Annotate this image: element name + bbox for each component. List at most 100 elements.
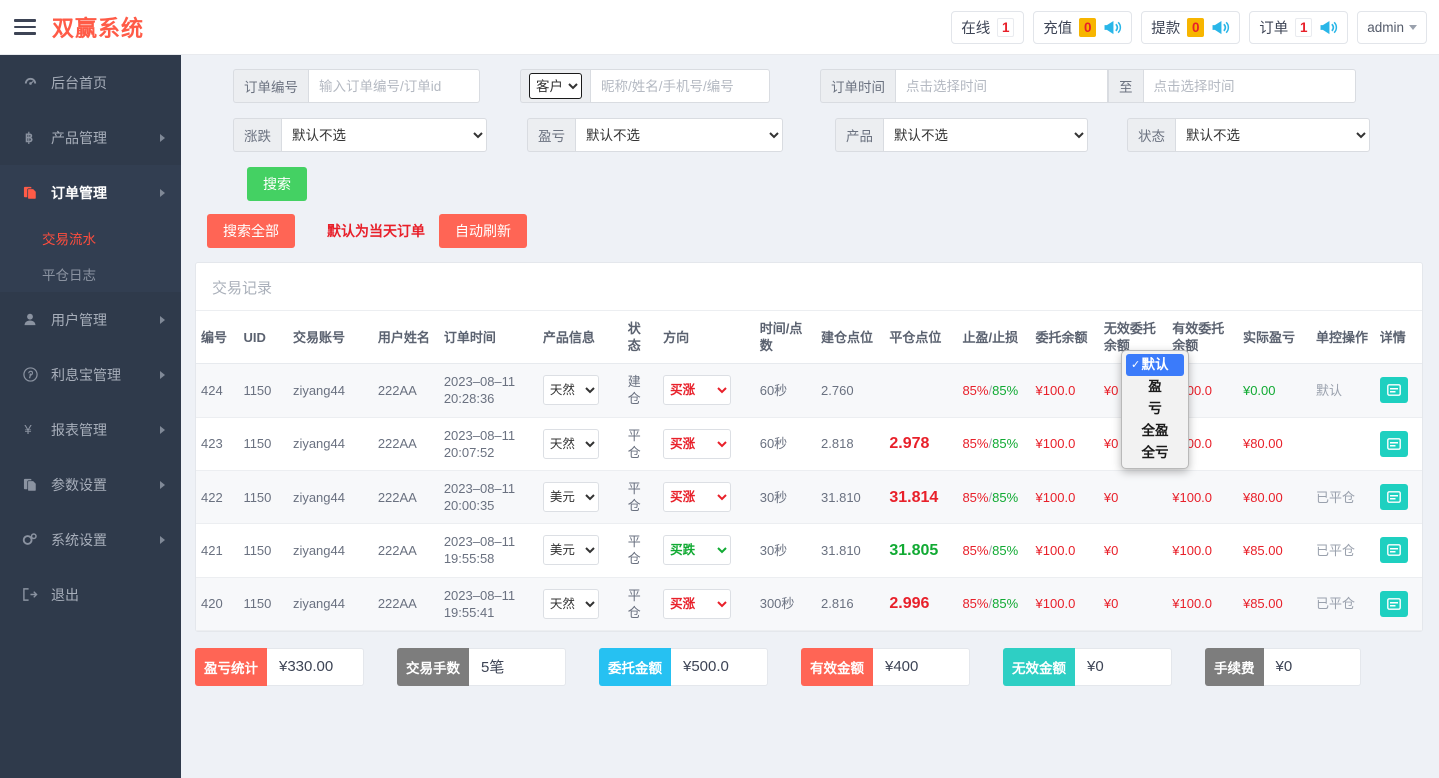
direction-select[interactable]: 买涨 (663, 429, 731, 459)
product-info-select[interactable]: 美元 (543, 535, 599, 565)
dropdown-option[interactable]: 全盈 (1122, 420, 1188, 442)
search-button[interactable]: 搜索 (247, 167, 307, 201)
cell-open-price: 31.810 (816, 470, 884, 523)
cell-duration: 60秒 (755, 364, 816, 417)
username-label: admin (1367, 20, 1404, 35)
profit-loss-select[interactable]: 默认不选 (575, 118, 783, 152)
control-dropdown-popup[interactable]: 默认盈亏全盈全亏 (1121, 350, 1189, 469)
direction-select[interactable]: 买涨 (663, 482, 731, 512)
order-time-end-input[interactable] (1143, 69, 1356, 103)
sidebar-item-logout[interactable]: 退出 (0, 567, 181, 622)
cell-name: 222AA (373, 364, 439, 417)
megaphone-icon (1103, 20, 1122, 35)
product-info-select[interactable]: 美元 (543, 482, 599, 512)
cell-order-time: 2023–08–1120:28:36 (439, 364, 538, 417)
auto-refresh-button[interactable]: 自动刷新 (439, 214, 527, 248)
cell-id: 424 (196, 364, 238, 417)
detail-button[interactable] (1380, 537, 1408, 563)
search-all-button[interactable]: 搜索全部 (207, 214, 295, 248)
dropdown-option[interactable]: 亏 (1122, 398, 1188, 420)
th-status: 状态 (623, 311, 658, 364)
cell-uid: 1150 (238, 577, 288, 630)
sidebar-item-orders[interactable]: 订单管理 (0, 165, 181, 220)
user-icon (20, 312, 40, 327)
detail-icon (1387, 384, 1401, 396)
cell-name: 222AA (373, 577, 439, 630)
filter-order-time: 订单时间 至 (820, 69, 1356, 103)
dropdown-option[interactable]: 盈 (1122, 376, 1188, 398)
user-menu-button[interactable]: admin (1357, 11, 1427, 44)
sidebar-item-label: 退出 (51, 585, 79, 605)
badge-label: 充值 (1043, 17, 1072, 38)
summary-item: 委托金额¥500.0 (599, 648, 768, 686)
sidebar-item-params[interactable]: 参数设置 (0, 457, 181, 512)
cell-account: ziyang44 (288, 417, 373, 470)
th-direction: 方向 (658, 311, 755, 364)
summary-value: 5笔 (469, 648, 566, 686)
detail-icon (1387, 438, 1401, 450)
filter-status: 状态 默认不选 (1127, 118, 1370, 152)
copy-icon (20, 477, 40, 492)
summary-item: 交易手数5笔 (397, 648, 566, 686)
cell-valid-balance: ¥100.0 (1167, 524, 1238, 577)
sidebar-subitem-closelog[interactable]: 平仓日志 (0, 256, 181, 292)
badge-label: 订单 (1259, 17, 1288, 38)
sidebar-item-users[interactable]: 用户管理 (0, 292, 181, 347)
detail-button[interactable] (1380, 591, 1408, 617)
customer-type-select[interactable]: 客户 (529, 73, 582, 99)
summary-label: 手续费 (1205, 648, 1264, 686)
table-header-row: 编号 UID 交易账号 用户姓名 订单时间 产品信息 状态 方向 时间/点数 建… (196, 311, 1422, 364)
hamburger-icon[interactable] (14, 19, 36, 35)
summary-item: 盈亏统计¥330.00 (195, 648, 364, 686)
product-info-select[interactable]: 天然 (543, 429, 599, 459)
cell-name: 222AA (373, 417, 439, 470)
sidebar-item-dashboard[interactable]: 后台首页 (0, 55, 181, 110)
filter-product: 产品 默认不选 (835, 118, 1088, 152)
status-badge-orders[interactable]: 订单 1 (1249, 11, 1348, 44)
product-info-select[interactable]: 天然 (543, 375, 599, 405)
cell-status: 平仓 (623, 470, 658, 523)
direction-select[interactable]: 买跌 (663, 535, 731, 565)
table-body: 4241150ziyang44222AA2023–08–1120:28:36天然… (196, 364, 1422, 631)
filter-label-profit-loss: 盈亏 (527, 118, 575, 152)
dropdown-option[interactable]: 全亏 (1122, 442, 1188, 464)
status-badge-withdraw[interactable]: 提款 0 (1141, 11, 1240, 44)
product-info-select[interactable]: 天然 (543, 589, 599, 619)
brand-title: 双赢系统 (52, 11, 144, 43)
chevron-right-icon (160, 189, 165, 197)
chevron-right-icon (160, 536, 165, 544)
direction-select[interactable]: 买涨 (663, 589, 731, 619)
cell-account: ziyang44 (288, 524, 373, 577)
dropdown-option[interactable]: 默认 (1126, 354, 1184, 376)
cell-order-balance: ¥100.0 (1031, 417, 1099, 470)
direction-select[interactable]: 买涨 (663, 375, 731, 405)
order-no-input[interactable] (308, 69, 480, 103)
th-tp-sl: 止盈/止损 (957, 311, 1030, 364)
cell-close-price: 31.814 (884, 470, 957, 523)
cell-valid-balance: ¥100.0 (1167, 577, 1238, 630)
summary-label: 交易手数 (397, 648, 469, 686)
pinterest-icon (20, 367, 40, 382)
order-time-start-input[interactable] (895, 69, 1108, 103)
status-badge-recharge[interactable]: 充值 0 (1033, 11, 1132, 44)
detail-button[interactable] (1380, 377, 1408, 403)
sidebar-item-label: 后台首页 (51, 73, 107, 93)
sidebar-item-system[interactable]: 系统设置 (0, 512, 181, 567)
filter-label-status: 状态 (1127, 118, 1175, 152)
filter-label-order-time: 订单时间 (820, 69, 895, 103)
sidebar-subitem-transactions[interactable]: 交易流水 (0, 220, 181, 256)
summary-value: ¥0 (1264, 648, 1361, 686)
status-badge-online[interactable]: 在线 1 (951, 11, 1024, 44)
detail-button[interactable] (1380, 431, 1408, 457)
transactions-panel: 交易记录 编号 UID 交易账号 用户姓名 订单时间 产品信息 状态 方向 (195, 262, 1423, 632)
sidebar-item-product[interactable]: ฿ 产品管理 (0, 110, 181, 165)
cell-status: 平仓 (623, 577, 658, 630)
product-select[interactable]: 默认不选 (883, 118, 1088, 152)
sidebar-item-interest[interactable]: 利息宝管理 (0, 347, 181, 402)
customer-search-input[interactable] (590, 69, 770, 103)
rise-fall-select[interactable]: 默认不选 (281, 118, 487, 152)
status-select[interactable]: 默认不选 (1175, 118, 1370, 152)
cell-id: 421 (196, 524, 238, 577)
sidebar-item-reports[interactable]: ¥ 报表管理 (0, 402, 181, 457)
detail-button[interactable] (1380, 484, 1408, 510)
